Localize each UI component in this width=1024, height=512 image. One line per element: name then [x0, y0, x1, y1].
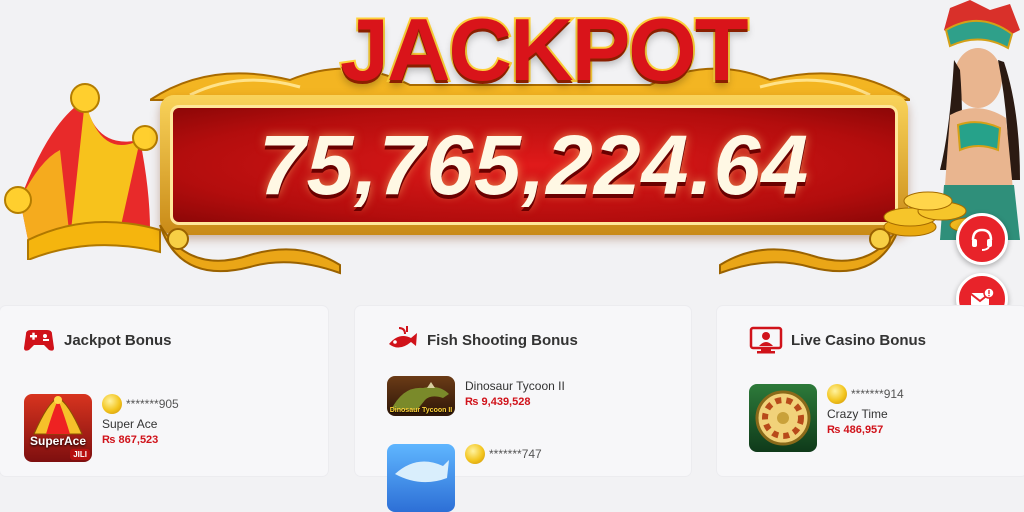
win-amount: ₨ 486,957	[827, 424, 884, 436]
customer-support-button[interactable]	[956, 213, 1008, 265]
card-title: Fish Shooting Bonus	[427, 331, 578, 349]
game-name[interactable]: Dinosaur Tycoon II	[465, 379, 565, 393]
win-amount: ₨ 9,439,528	[465, 396, 531, 408]
frame-ornament-right	[719, 224, 901, 275]
gamepad-icon	[24, 330, 54, 351]
jackpot-board: 75,765,224.64	[160, 95, 908, 235]
provider-badge: JILI	[70, 449, 90, 460]
live-casino-bonus-card: Live Casino Bonus *******914 Crazy Time …	[717, 306, 1024, 476]
card-header: Fish Shooting Bonus	[385, 324, 578, 356]
game-thumbnail[interactable]: SuperAce JILI	[24, 394, 92, 462]
jackpot-amount: 75,765,224.64	[258, 117, 810, 212]
card-title: Jackpot Bonus	[64, 331, 172, 349]
game-thumbnail-text: Dinosaur Tycoon II	[389, 407, 453, 414]
winner-line: *******747	[465, 444, 542, 464]
game-thumbnail-text: SuperAce	[29, 434, 87, 448]
headset-icon	[971, 228, 993, 251]
fish-icon	[389, 326, 417, 348]
list-item[interactable]: *******747	[387, 444, 542, 512]
coin-icon	[102, 394, 122, 414]
jackpot-title: JACKPOT	[338, 0, 751, 99]
winner-username: *******914	[851, 387, 904, 401]
winner-username: *******747	[489, 447, 542, 461]
jester-hat-icon	[4, 83, 161, 260]
win-amount: ₨ 867,523	[102, 434, 159, 446]
shark-icon	[395, 460, 449, 483]
jackpot-banner: JACKPOT 75,765,224.64	[0, 0, 1024, 290]
fish-shooting-bonus-card: Fish Shooting Bonus Dinosaur Tycoon II D…	[355, 306, 691, 512]
live-dealer-icon	[749, 326, 783, 354]
coin-icon	[827, 384, 847, 404]
game-thumbnail[interactable]: Dinosaur Tycoon II	[387, 376, 455, 416]
frame-ornament-left	[159, 224, 341, 275]
game-thumbnail[interactable]	[387, 444, 455, 512]
game-name[interactable]: Crazy Time	[827, 407, 904, 421]
winner-line: *******914	[827, 384, 904, 404]
card-header: Jackpot Bonus	[22, 324, 172, 356]
list-item[interactable]: SuperAce JILI *******905 Super Ace ₨ 867…	[24, 394, 179, 462]
coin-icon	[465, 444, 485, 464]
card-header: Live Casino Bonus	[749, 324, 926, 356]
winner-username: *******905	[126, 397, 179, 411]
wheel-icon	[755, 390, 811, 446]
list-item[interactable]: *******914 Crazy Time ₨ 486,957	[749, 384, 904, 452]
jackpot-bonus-card: Jackpot Bonus SuperAce JILI *******905 S…	[0, 306, 328, 476]
game-thumbnail[interactable]	[749, 384, 817, 452]
list-item[interactable]: Dinosaur Tycoon II Dinosaur Tycoon II ₨ …	[387, 376, 565, 416]
winner-line: *******905	[102, 394, 179, 414]
game-name[interactable]: Super Ace	[102, 417, 179, 431]
card-title: Live Casino Bonus	[791, 331, 927, 349]
jackpot-display: 75,765,224.64	[170, 105, 898, 225]
